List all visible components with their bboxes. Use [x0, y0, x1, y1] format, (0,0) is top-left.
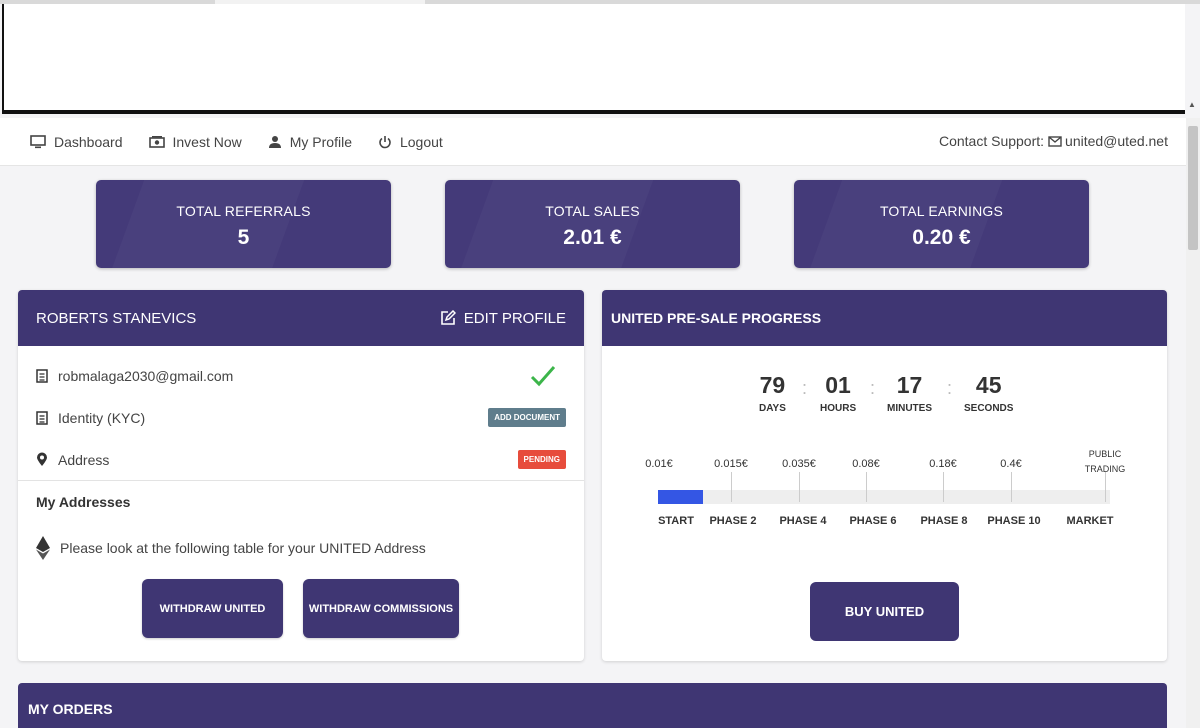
- buy-united-button[interactable]: BUY UNITED: [810, 582, 959, 641]
- checkmark-icon: [530, 366, 556, 387]
- profile-card: ROBERTS STANEVICS EDIT PROFILE robmalaga…: [18, 290, 584, 661]
- timer-value: 45: [975, 372, 1002, 398]
- top-nav: Dashboard Invest Now My Profile Logout C…: [0, 118, 1186, 166]
- timer-unit: SECONDS: [964, 403, 1014, 414]
- nav-logout[interactable]: Logout: [378, 134, 443, 150]
- timer-days: 79 DAYS: [759, 372, 786, 414]
- timer-minutes: 17 MINUTES: [887, 372, 932, 414]
- stat-label: TOTAL SALES: [545, 203, 640, 219]
- my-addresses-title: My Addresses: [36, 494, 131, 510]
- profile-card-header: ROBERTS STANEVICS EDIT PROFILE: [18, 290, 584, 346]
- phase-label: PHASE 2: [709, 515, 757, 527]
- stat-total-earnings: TOTAL EARNINGS 0.20 €: [794, 180, 1089, 268]
- ethereum-icon: [36, 536, 50, 560]
- nav-invest-now[interactable]: Invest Now: [148, 133, 242, 150]
- stat-value: 5: [237, 226, 250, 249]
- presale-title: UNITED PRE-SALE PROGRESS: [611, 310, 822, 326]
- scrollbar-thumb[interactable]: [1188, 126, 1198, 250]
- presale-progress-fill: [658, 490, 704, 504]
- phase-label: PHASE 4: [779, 515, 827, 527]
- nav-invest-now-label: Invest Now: [172, 133, 242, 150]
- my-orders-header: MY ORDERS: [18, 683, 1167, 728]
- map-pin-icon: [37, 452, 47, 466]
- timer-value: 79: [759, 372, 786, 398]
- edit-profile-button[interactable]: EDIT PROFILE: [440, 310, 566, 327]
- address-note-row: Please look at the following table for y…: [36, 536, 426, 560]
- address-note: Please look at the following table for y…: [60, 540, 426, 556]
- scrollbar[interactable]: [1186, 118, 1200, 728]
- address-label: Address: [58, 451, 110, 468]
- my-orders-title: MY ORDERS: [28, 701, 113, 717]
- phase-price: 0.015€: [714, 458, 748, 470]
- stat-value: 2.01 €: [563, 226, 622, 249]
- scroll-up-arrow[interactable]: ▲: [1188, 100, 1196, 109]
- phase-tick: [866, 472, 867, 502]
- header-banner: [2, 4, 1185, 114]
- kyc-row: Identity (KYC) ADD DOCUMENT: [36, 408, 566, 427]
- stat-label: TOTAL REFERRALS: [176, 203, 311, 219]
- timer-separator: :: [802, 378, 808, 398]
- timer-hours: 01 HOURS: [820, 372, 856, 414]
- phase-tick: [1105, 472, 1106, 502]
- timer-separator: :: [947, 378, 953, 398]
- presale-card: UNITED PRE-SALE PROGRESS 79 DAYS : 01 HO…: [602, 290, 1167, 661]
- timer-unit: MINUTES: [887, 403, 932, 414]
- monitor-icon: [30, 134, 46, 148]
- phase-label: PHASE 10: [987, 515, 1041, 527]
- timer-seconds: 45 SECONDS: [964, 372, 1013, 414]
- phase-price: 0.08€: [852, 458, 880, 470]
- address-row: Address PENDING: [36, 450, 566, 469]
- nav-my-profile-label: My Profile: [289, 133, 352, 150]
- public-trading-line1: PUBLIC: [1088, 449, 1122, 459]
- divider: [18, 480, 584, 481]
- stat-total-sales: TOTAL SALES 2.01 €: [445, 180, 740, 268]
- money-icon: [148, 135, 165, 148]
- stat-label: TOTAL EARNINGS: [879, 203, 1004, 219]
- contact-card-icon: [36, 369, 48, 383]
- kyc-label: Identity (KYC): [58, 409, 146, 426]
- presale-card-header: UNITED PRE-SALE PROGRESS: [602, 290, 1167, 346]
- phase-tick: [1011, 472, 1012, 502]
- timer-unit: DAYS: [759, 403, 786, 414]
- withdraw-commissions-button[interactable]: WITHDRAW COMMISSIONS: [303, 579, 459, 638]
- nav-dashboard[interactable]: Dashboard: [30, 134, 123, 150]
- phase-price: 0.4€: [1000, 458, 1022, 470]
- pending-badge: PENDING: [517, 450, 566, 469]
- profile-email: robmalaga2030@gmail.com: [58, 368, 234, 384]
- contact-email-link[interactable]: united@uted.net: [1065, 133, 1168, 149]
- stat-total-referrals: TOTAL REFERRALS 5: [96, 180, 391, 268]
- phase-tick: [799, 472, 800, 502]
- add-document-badge[interactable]: ADD DOCUMENT: [488, 408, 566, 427]
- phase-label: PHASE 6: [849, 515, 897, 527]
- edit-profile-label: EDIT PROFILE: [463, 309, 566, 327]
- contact-support-label: Contact Support:: [938, 133, 1045, 149]
- phase-price: 0.035€: [782, 458, 816, 470]
- phase-tick: [731, 472, 732, 502]
- phase-price: 0.18€: [929, 458, 957, 470]
- phase-price: 0.01€: [645, 458, 673, 470]
- withdraw-united-button[interactable]: WITHDRAW UNITED: [142, 579, 283, 638]
- profile-name: ROBERTS STANEVICS: [36, 309, 197, 327]
- email-row: robmalaga2030@gmail.com: [36, 364, 566, 388]
- envelope-icon: [1048, 135, 1062, 147]
- timer-value: 17: [896, 372, 923, 398]
- timer-unit: HOURS: [820, 403, 857, 414]
- phase-label: START: [658, 515, 694, 527]
- timer-value: 01: [825, 372, 851, 398]
- user-icon: [268, 135, 281, 148]
- nav-logout-label: Logout: [399, 133, 443, 150]
- id-document-icon: [36, 410, 48, 425]
- phase-label: PHASE 8: [920, 515, 968, 527]
- nav-my-profile[interactable]: My Profile: [268, 134, 352, 150]
- edit-icon: [440, 310, 456, 325]
- nav-dashboard-label: Dashboard: [54, 133, 123, 150]
- contact-support: Contact Support: united@uted.net: [939, 133, 1168, 149]
- presale-progress-track: [658, 490, 1110, 504]
- stat-value: 0.20 €: [912, 226, 971, 249]
- power-icon: [379, 135, 391, 148]
- timer-separator: :: [870, 378, 876, 398]
- phase-label: MARKET: [1066, 515, 1114, 527]
- phase-tick: [943, 472, 944, 502]
